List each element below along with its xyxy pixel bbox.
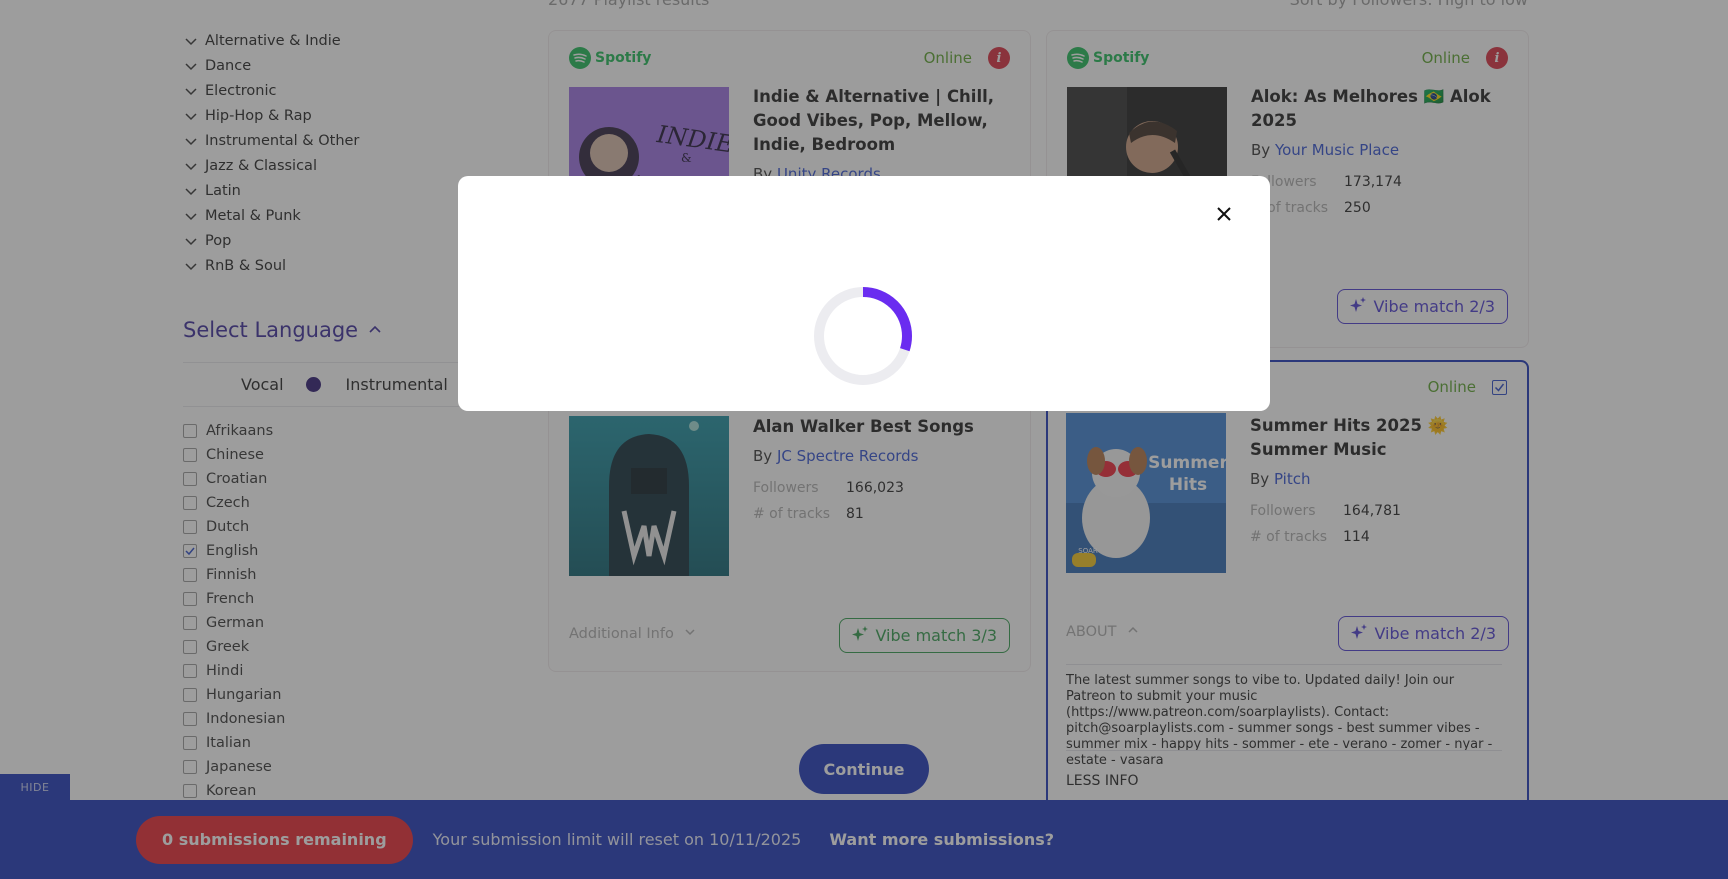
- close-icon[interactable]: [1212, 202, 1236, 226]
- loading-spinner: [814, 287, 912, 385]
- loading-modal: [458, 176, 1270, 411]
- modal-backdrop[interactable]: [0, 0, 1728, 879]
